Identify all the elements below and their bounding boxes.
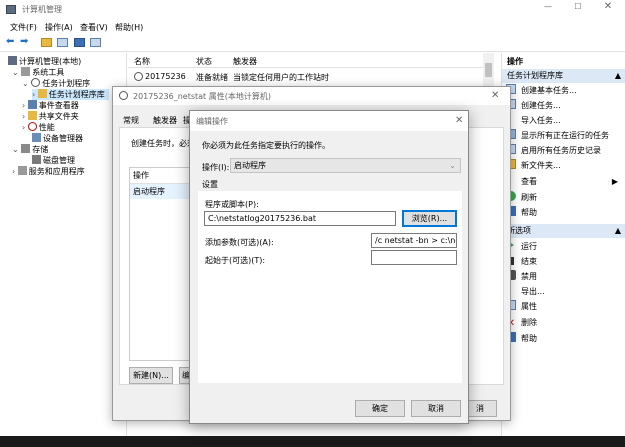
actions-list: 操作 启动程序 [129,167,191,361]
back-arrow-icon[interactable]: ⬅ [6,36,14,47]
new-action-button[interactable]: 新建(N)... [129,367,173,384]
desktop-background-strip [0,436,625,447]
menu-action[interactable]: 操作(A) [45,22,73,33]
action-select-value: 启动程序 [234,161,266,170]
performance-icon [27,122,37,131]
task-list-header: 名称 状态 触发器 [128,53,488,68]
edit-action-dialog: 编辑操作 ✕ 你必须为此任务指定要执行的操作。 操作(I): 启动程序 ⌄ 设置… [189,110,469,424]
toolbar: ⬅ ➡ [0,34,625,52]
folder-icon [37,89,47,98]
submenu-arrow-icon: ▶ [611,177,618,186]
task-clock-icon [134,72,143,81]
action-show-running[interactable]: 显示所有正在运行的任务 [506,128,609,143]
column-header-triggers[interactable]: 触发器 [233,56,257,67]
edit-prompt: 你必须为此任务指定要执行的操作。 [202,141,330,150]
ok-button[interactable]: 确定 [355,400,405,417]
task-list-scrollbar[interactable] [483,53,494,88]
tree-item-task-scheduler-library[interactable]: › 任务计划程序库 [32,89,109,100]
disk-icon [32,155,41,164]
computer-icon [8,56,17,65]
actions-section-selected[interactable]: 所选项 ▲ [502,224,625,238]
tree-item-device-manager[interactable]: 设备管理器 [32,133,83,144]
tree-item-services-apps[interactable]: › 服务和应用程序 [12,166,85,177]
action-create-task[interactable]: 创建任务... [506,98,561,113]
shared-folder-icon [27,111,37,120]
tree-item-computer-management[interactable]: 计算机管理(本地) [8,56,81,67]
window-title: 计算机管理 [22,5,62,14]
properties-title-bar: 20175236_netstat 属性(本地计算机) ✕ [113,87,510,105]
settings-label: 设置 [202,180,218,189]
event-viewer-icon [27,100,37,109]
action-enable-history[interactable]: 启用所有任务历史记录 [506,143,601,158]
args-input[interactable]: /c netstat -bn > c:\netst [371,233,457,248]
menu-view[interactable]: 查看(V) [80,22,108,33]
column-header-name[interactable]: 名称 [134,56,150,67]
tab-general[interactable]: 常规 [123,115,139,126]
action-import-task[interactable]: 导入任务... [506,113,561,128]
collapse-arrow-icon: ▲ [614,226,621,235]
table-row[interactable]: 20175236 准备就绪 当锁定任何用户的工作站时 [128,70,488,84]
args-label: 添加参数(可选)(A): [205,238,274,247]
properties-close-button[interactable]: ✕ [491,90,499,101]
actions-description: 创建任务时，必须 [131,139,195,148]
computer-management-icon [6,5,16,14]
console-tree-icon[interactable] [57,38,68,47]
clock-icon [31,78,41,87]
program-label: 程序或脚本(P): [205,200,259,209]
column-header-status[interactable]: 状态 [196,56,212,67]
main-title-bar: 计算机管理 — ☐ ✕ [0,0,625,19]
tools-icon [21,67,31,76]
edit-close-button[interactable]: ✕ [455,115,463,126]
up-folder-icon[interactable] [41,38,52,47]
maximize-button[interactable]: ☐ [568,2,588,11]
collapse-arrow-icon: ▲ [614,71,621,80]
browse-button[interactable]: 浏览(R)... [402,210,457,227]
forward-arrow-icon[interactable]: ➡ [20,36,28,47]
actions-list-header: 操作 [130,168,190,184]
properties-title: 20175236_netstat 属性(本地计算机) [133,92,271,101]
action-new-folder[interactable]: 新文件夹... [506,158,561,173]
actions-section-library[interactable]: 任务计划程序库 ▲ [502,69,625,83]
action-create-basic-task[interactable]: 创建基本任务... [506,83,577,98]
start-in-label: 起始于(可选)(T): [205,256,266,265]
menu-file[interactable]: 文件(F) [10,22,37,33]
action-export[interactable]: 导出... [506,284,545,299]
program-input[interactable]: C:\netstatlog20175236.bat [204,211,396,226]
tree-item-storage[interactable]: ⌄ 存储 [12,144,48,155]
action-select[interactable]: 启动程序 ⌄ [230,158,461,173]
menu-help[interactable]: 帮助(H) [115,22,143,33]
tree-item-event-viewer[interactable]: › 事件查看器 [22,100,79,111]
edit-dialog-title: 编辑操作 [196,117,228,126]
services-icon [17,166,27,175]
show-pane-icon[interactable] [90,38,101,47]
help-icon[interactable] [74,38,85,47]
minimize-button[interactable]: — [538,2,558,11]
action-label: 操作(I): [202,163,230,172]
cancel-button[interactable]: 取消 [411,400,461,417]
task-name: 20175236 [145,72,186,81]
edit-title-bar: 编辑操作 ✕ [190,111,468,131]
tree-item-system-tools[interactable]: ⌄ 系统工具 [12,67,64,78]
task-trigger: 当锁定任何用户的工作站时 [233,73,329,82]
list-item[interactable]: 启动程序 [130,184,190,199]
storage-icon [21,144,31,153]
tree-item-performance[interactable]: › 性能 [22,122,55,133]
navigation-tree: 计算机管理(本地) ⌄ 系统工具 ⌄ 任务计划程序 › 任务计划程序库 › 事件… [0,53,127,447]
tab-triggers[interactable]: 触发器 [153,115,177,126]
task-status: 准备就绪 [196,73,228,82]
menu-bar: 文件(F) 操作(A) 查看(V) 帮助(H) [0,19,625,34]
close-button[interactable]: ✕ [598,1,618,12]
tree-item-task-scheduler[interactable]: ⌄ 任务计划程序 [22,78,90,89]
start-in-input[interactable] [371,250,457,265]
action-view[interactable]: 查看 ▶ [506,174,618,189]
chevron-down-icon: ⌄ [449,161,456,170]
actions-header: 操作 [507,57,523,66]
tree-item-disk-management[interactable]: 磁盘管理 [32,155,75,166]
tree-item-shared-folders[interactable]: › 共享文件夹 [22,111,79,122]
clock-icon [119,91,128,100]
device-manager-icon [32,133,41,142]
